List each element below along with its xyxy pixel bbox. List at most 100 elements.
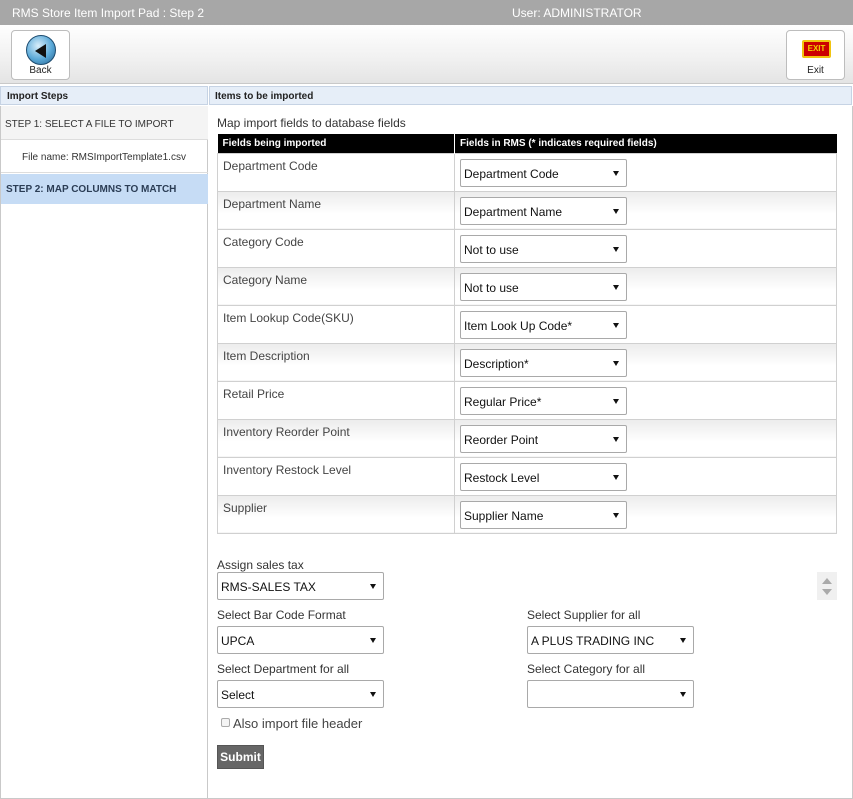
map-heading: Map import fields to database fields	[217, 116, 406, 130]
submit-button[interactable]: Submit	[217, 745, 264, 769]
mapping-row: Category Name Not to use	[217, 266, 837, 306]
imported-field-name: Inventory Restock Level	[217, 456, 455, 496]
imported-field-name: Category Code	[217, 228, 455, 268]
chevron-down-icon	[613, 170, 619, 176]
rms-field-cell: Not to use	[454, 266, 837, 306]
rms-field-value: Not to use	[464, 280, 519, 295]
back-button[interactable]: Back	[11, 30, 70, 80]
toolbar: Back EXIT Exit	[0, 25, 853, 84]
exit-sign-icon: EXIT	[802, 40, 831, 58]
imported-field-name: Inventory Reorder Point	[217, 418, 455, 458]
barcode-format-label: Select Bar Code Format	[217, 608, 346, 622]
rms-field-value: Department Name	[464, 204, 563, 219]
sales-tax-select[interactable]: RMS-SALES TAX	[217, 572, 384, 600]
rms-field-select[interactable]: Regular Price*	[460, 386, 627, 415]
rms-field-cell: Regular Price*	[454, 380, 837, 420]
rms-field-select[interactable]: Reorder Point	[460, 424, 627, 453]
mapping-row: Category Code Not to use	[217, 228, 837, 268]
supplier-all-label: Select Supplier for all	[527, 608, 641, 622]
current-user: User: ADMINISTRATOR	[512, 6, 642, 20]
rms-field-select[interactable]: Restock Level	[460, 462, 627, 491]
department-all-select[interactable]: Select	[217, 680, 384, 708]
rms-field-value: Description*	[464, 356, 529, 371]
supplier-all-select[interactable]: A PLUS TRADING INC	[527, 626, 694, 654]
rms-field-value: Restock Level	[464, 470, 540, 485]
mapping-row: Item Description Description*	[217, 342, 837, 382]
mapping-row: Retail Price Regular Price*	[217, 380, 837, 420]
step-2-item[interactable]: STEP 2: MAP COLUMNS TO MATCH	[1, 174, 208, 204]
chevron-down-icon	[613, 360, 619, 366]
chevron-down-icon	[370, 638, 376, 643]
rms-field-select[interactable]: Not to use	[460, 272, 627, 301]
chevron-down-icon	[613, 474, 619, 480]
chevron-down-icon	[613, 284, 619, 290]
supplier-all-value: A PLUS TRADING INC	[531, 634, 655, 648]
mapping-row: Supplier Supplier Name	[217, 494, 837, 534]
rms-field-cell: Reorder Point	[454, 418, 837, 458]
import-steps-header: Import Steps	[0, 86, 208, 105]
selected-file-name: File name: RMSImportTemplate1.csv	[1, 141, 208, 173]
barcode-format-select[interactable]: UPCA	[217, 626, 384, 654]
imported-field-name: Supplier	[217, 494, 455, 534]
chevron-down-icon	[370, 584, 376, 589]
arrow-down-icon[interactable]	[822, 589, 832, 595]
sales-tax-label: Assign sales tax	[217, 558, 304, 572]
category-all-select[interactable]	[527, 680, 694, 708]
rms-field-cell: Department Name	[454, 190, 837, 230]
chevron-down-icon	[680, 692, 686, 697]
rms-field-value: Department Code	[464, 166, 559, 181]
chevron-down-icon	[613, 322, 619, 328]
mapping-row: Department Name Department Name	[217, 190, 837, 230]
rms-field-select[interactable]: Department Code	[460, 158, 627, 187]
rms-field-cell: Restock Level	[454, 456, 837, 496]
rms-field-select[interactable]: Item Look Up Code*	[460, 310, 627, 339]
rms-field-select[interactable]: Description*	[460, 348, 627, 377]
import-header-checkbox[interactable]	[221, 718, 230, 727]
back-button-label: Back	[29, 65, 52, 76]
chevron-down-icon	[680, 638, 686, 643]
mapping-row: Inventory Reorder Point Reorder Point	[217, 418, 837, 458]
imported-field-name: Retail Price	[217, 380, 455, 420]
items-header: Items to be imported	[209, 86, 852, 105]
sales-tax-value: RMS-SALES TAX	[221, 580, 316, 594]
import-header-label: Also import file header	[233, 716, 363, 731]
rms-field-value: Item Look Up Code*	[464, 318, 573, 333]
rms-field-cell: Not to use	[454, 228, 837, 268]
imported-field-name: Department Code	[217, 152, 455, 192]
back-arrow-icon	[26, 35, 56, 65]
mapping-table: Fields being imported Fields in RMS (* i…	[217, 134, 837, 534]
chevron-down-icon	[613, 512, 619, 518]
category-all-label: Select Category for all	[527, 662, 646, 676]
scroll-spinner[interactable]	[817, 572, 837, 600]
chevron-down-icon	[613, 246, 619, 252]
column-header-imported: Fields being imported	[217, 134, 455, 153]
exit-button[interactable]: EXIT Exit	[786, 30, 845, 80]
window-title: RMS Store Item Import Pad : Step 2	[12, 6, 205, 20]
rms-field-select[interactable]: Supplier Name	[460, 500, 627, 529]
rms-field-select[interactable]: Not to use	[460, 234, 627, 263]
department-all-label: Select Department for all	[217, 662, 350, 676]
rms-field-cell: Department Code	[454, 152, 837, 192]
barcode-format-value: UPCA	[221, 634, 255, 648]
chevron-down-icon	[370, 692, 376, 697]
chevron-down-icon	[613, 436, 619, 442]
exit-button-label: Exit	[807, 65, 824, 76]
imported-field-name: Item Description	[217, 342, 455, 382]
imported-field-name: Item Lookup Code(SKU)	[217, 304, 455, 344]
department-all-value: Select	[221, 688, 255, 702]
rms-field-value: Regular Price*	[464, 394, 542, 409]
rms-field-select[interactable]: Department Name	[460, 196, 627, 225]
title-bar: RMS Store Item Import Pad : Step 2 User:…	[0, 0, 853, 25]
step-1-item[interactable]: STEP 1: SELECT A FILE TO IMPORT	[1, 106, 208, 140]
rms-field-cell: Description*	[454, 342, 837, 382]
imported-field-name: Category Name	[217, 266, 455, 306]
column-header-rms: Fields in RMS (* indicates required fiel…	[454, 134, 837, 153]
steps-panel: STEP 1: SELECT A FILE TO IMPORT File nam…	[0, 106, 208, 799]
chevron-down-icon	[613, 208, 619, 214]
imported-field-name: Department Name	[217, 190, 455, 230]
rms-field-cell: Supplier Name	[454, 494, 837, 534]
rms-field-value: Reorder Point	[464, 432, 539, 447]
rms-field-value: Supplier Name	[464, 508, 544, 523]
arrow-up-icon[interactable]	[822, 578, 832, 584]
chevron-down-icon	[613, 398, 619, 404]
